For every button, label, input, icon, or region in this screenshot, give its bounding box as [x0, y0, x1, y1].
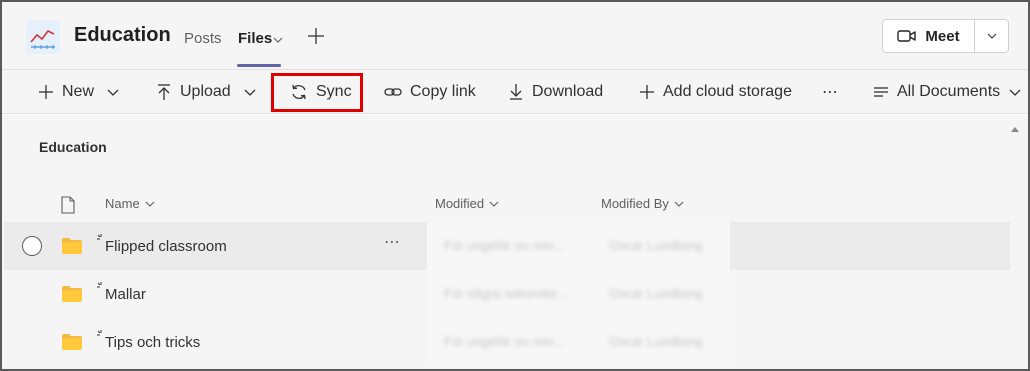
chevron-down-icon[interactable] [273, 32, 283, 50]
table-row[interactable]: Flipped classroom ⋯ För ungefär en min..… [4, 222, 1010, 270]
chevron-down-icon [244, 89, 256, 96]
modified-by-column-header[interactable]: Modified By [601, 196, 685, 211]
modified-value: För ungefär en min... [444, 334, 565, 349]
modified-value: För ungefär en min... [444, 238, 565, 253]
file-name[interactable]: Flipped classroom [105, 238, 227, 255]
active-tab-indicator [237, 64, 281, 67]
copy-link-label: Copy link [410, 83, 476, 100]
plus-icon [308, 28, 324, 44]
file-name[interactable]: Tips och tricks [105, 334, 200, 351]
scroll-up-icon[interactable] [1010, 120, 1020, 138]
table-row[interactable]: Tips och tricks För ungefär en min... Os… [4, 318, 1010, 366]
upload-label: Upload [180, 83, 231, 100]
view-selector[interactable]: All Documents [873, 70, 1022, 114]
download-label: Download [532, 83, 604, 100]
new-button[interactable]: New [38, 70, 120, 114]
team-name: Education [74, 24, 171, 46]
modified-by-value: Oscar Lundberg [609, 238, 703, 253]
upload-icon [158, 84, 170, 100]
file-name[interactable]: Mallar [105, 286, 146, 303]
plus-icon [640, 85, 654, 99]
add-tab-button[interactable] [306, 26, 326, 51]
chevron-down-icon [489, 201, 499, 207]
tab-posts[interactable]: Posts [184, 30, 222, 47]
chevron-down-icon [674, 201, 684, 207]
row-more-button[interactable]: ⋯ [384, 232, 401, 252]
channel-header: Education Posts Files Meet [2, 2, 1028, 70]
window-frame: Education Posts Files Meet New Upload Sy… [0, 0, 1030, 371]
download-icon [510, 84, 522, 100]
modified-by-value: Oscar Lundberg [609, 286, 703, 301]
meet-options-button[interactable] [975, 20, 1009, 52]
name-column-header[interactable]: Name [105, 196, 156, 211]
download-button[interactable]: Download [508, 70, 603, 114]
chevron-down-icon [1009, 89, 1021, 96]
view-label: All Documents [897, 83, 1001, 100]
meet-split-button: Meet [882, 19, 1009, 53]
add-cloud-storage-button[interactable]: Add cloud storage [639, 70, 792, 114]
chevron-down-icon [107, 89, 119, 96]
name-column-label: Name [105, 196, 140, 211]
sync-highlight-box [271, 73, 363, 112]
table-row[interactable]: Mallar För några sekunder... Oscar Lundb… [4, 270, 1010, 318]
add-cloud-storage-label: Add cloud storage [663, 83, 792, 100]
more-actions-button[interactable]: ⋯ [822, 70, 838, 114]
row-metadata: För några sekunder... Oscar Lundberg [427, 270, 730, 318]
list-view-icon [874, 87, 888, 97]
modified-by-column-label: Modified By [601, 196, 669, 211]
modified-value: För några sekunder... [444, 286, 568, 301]
more-icon: ⋯ [822, 84, 838, 101]
modified-column-header[interactable]: Modified [435, 196, 500, 211]
copy-link-button[interactable]: Copy link [384, 70, 476, 114]
meet-button[interactable]: Meet [883, 20, 974, 52]
plus-icon [39, 85, 53, 99]
folder-icon [61, 333, 83, 356]
tab-files[interactable]: Files [238, 30, 272, 47]
link-icon [384, 88, 402, 96]
file-type-column-header[interactable] [60, 196, 76, 214]
document-icon [61, 196, 75, 214]
chevron-down-icon [145, 201, 155, 207]
row-metadata: För ungefär en min... Oscar Lundberg [427, 222, 730, 270]
command-bar: New Upload Sync Copy link Download Add c… [2, 70, 1028, 114]
new-label: New [62, 83, 95, 100]
chevron-down-icon [987, 33, 997, 39]
modified-by-value: Oscar Lundberg [609, 334, 703, 349]
meet-label: Meet [925, 27, 960, 45]
folder-icon [61, 285, 83, 308]
library-title: Education [39, 139, 107, 155]
folder-icon [61, 237, 83, 260]
row-metadata: För ungefär en min... Oscar Lundberg [427, 318, 730, 366]
video-camera-icon [897, 30, 917, 42]
upload-button[interactable]: Upload [156, 70, 257, 114]
row-select-checkbox[interactable] [22, 236, 42, 256]
modified-column-label: Modified [435, 196, 485, 211]
team-chart-icon [26, 20, 60, 54]
